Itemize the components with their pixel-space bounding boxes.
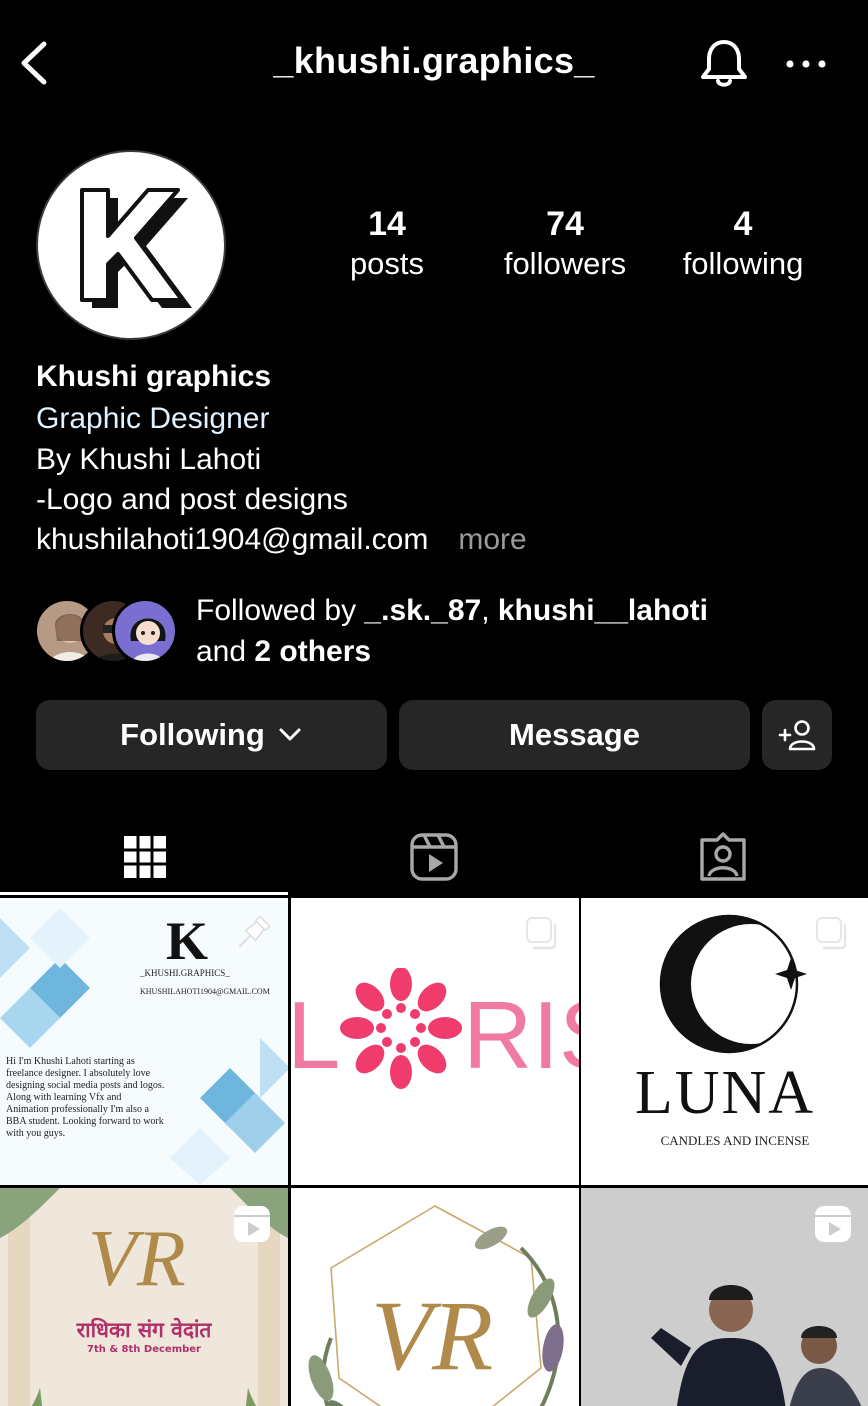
post-tile[interactable]: L RIS	[291, 898, 579, 1185]
loris-left-text: L	[291, 982, 340, 1089]
bio-email-line: khushilahoti1904@gmail.com more	[36, 520, 836, 560]
display-name: Khushi graphics	[36, 360, 272, 393]
followed-by-text[interactable]: Followed by _.sk._87, khushi__lahoti and…	[196, 590, 836, 672]
reels-icon	[409, 833, 458, 881]
more-horizontal-icon[interactable]	[784, 46, 828, 82]
chevron-down-icon	[279, 728, 301, 741]
post-tile[interactable]	[581, 1188, 868, 1406]
followed-by-prefix: Followed by	[196, 594, 365, 627]
loris-logo: L RIS	[291, 968, 579, 1089]
post-monogram: VR	[371, 1280, 494, 1391]
post-handle-text: _KHUSHI.GRAPHICS_	[140, 968, 230, 978]
reel-icon	[815, 1206, 851, 1242]
add-user-button[interactable]	[762, 700, 832, 770]
post-brand-text: LUNA	[634, 1059, 816, 1127]
bio-line: By Khushi Lahoti	[36, 443, 262, 476]
message-button[interactable]: Message	[399, 700, 750, 770]
post-email-text: KHUSHILAHOTI1904@GMAIL.COM	[140, 987, 270, 996]
post-tile[interactable]: K _KHUSHI.GRAPHICS_ KHUSHILAHOTI1904@GMA…	[0, 898, 288, 1185]
bio-email[interactable]: khushilahoti1904@gmail.com	[36, 523, 428, 556]
message-button-label: Message	[509, 717, 640, 752]
follower-avatar[interactable]	[112, 598, 178, 664]
tab-tagged[interactable]	[578, 820, 867, 894]
more-link[interactable]: more	[458, 523, 526, 556]
stat-followers[interactable]: 74 followers	[475, 204, 655, 284]
post-intro-text: Hi I'm Khushi Lahoti starting as freelan…	[6, 1056, 165, 1139]
following-button-label: Following	[120, 717, 265, 752]
post-tile[interactable]: LUNA CANDLES AND INCENSE	[581, 898, 868, 1185]
following-button[interactable]: Following	[36, 700, 387, 770]
following-label: following	[682, 246, 804, 281]
multiple-posts-icon	[816, 917, 847, 950]
mutual-user[interactable]: khushi__lahoti	[498, 594, 708, 627]
profile-category[interactable]: Graphic Designer	[36, 398, 836, 440]
reel-icon	[234, 1206, 270, 1242]
post-logo-letter: K	[166, 911, 209, 971]
multiple-posts-icon	[526, 917, 557, 950]
k-logo-icon	[80, 188, 192, 308]
profile-avatar[interactable]	[36, 150, 226, 340]
post-tile[interactable]: VR	[291, 1188, 579, 1406]
active-tab-indicator	[0, 892, 288, 895]
loris-right-text: RIS	[463, 982, 579, 1089]
posts-label: posts	[349, 246, 425, 281]
tab-posts-grid[interactable]	[0, 820, 289, 894]
post-brand-subtitle: CANDLES AND INCENSE	[660, 1133, 810, 1148]
post-couple-names: राधिका संग वेदांत	[76, 1318, 212, 1342]
followers-count: 74	[546, 205, 584, 243]
following-count: 4	[733, 205, 753, 243]
others-count[interactable]: 2 others	[254, 635, 371, 668]
followers-label: followers	[503, 246, 627, 281]
add-user-icon	[778, 720, 816, 751]
tagged-icon	[699, 832, 746, 881]
grid-icon	[123, 836, 166, 878]
bell-icon[interactable]	[696, 36, 752, 92]
stat-following[interactable]: 4 following	[653, 204, 833, 284]
posts-count: 14	[368, 205, 406, 243]
mutual-user[interactable]: _.sk._87	[364, 594, 481, 627]
post-monogram: VR	[88, 1215, 186, 1303]
post-event-date: 7th & 8th December	[87, 1344, 201, 1355]
top-bar: _khushi.graphics_	[0, 0, 868, 125]
bio-line: -Logo and post designs	[36, 483, 348, 516]
post-tile[interactable]: VR राधिका संग वेदांत 7th & 8th December	[0, 1188, 288, 1406]
profile-bio: Khushi graphics Graphic Designer By Khus…	[36, 356, 836, 560]
separator: ,	[481, 594, 498, 627]
pin-icon	[238, 915, 271, 948]
stat-posts[interactable]: 14 posts	[297, 204, 477, 284]
and-text: and	[196, 635, 255, 668]
tab-reels[interactable]	[289, 820, 578, 894]
